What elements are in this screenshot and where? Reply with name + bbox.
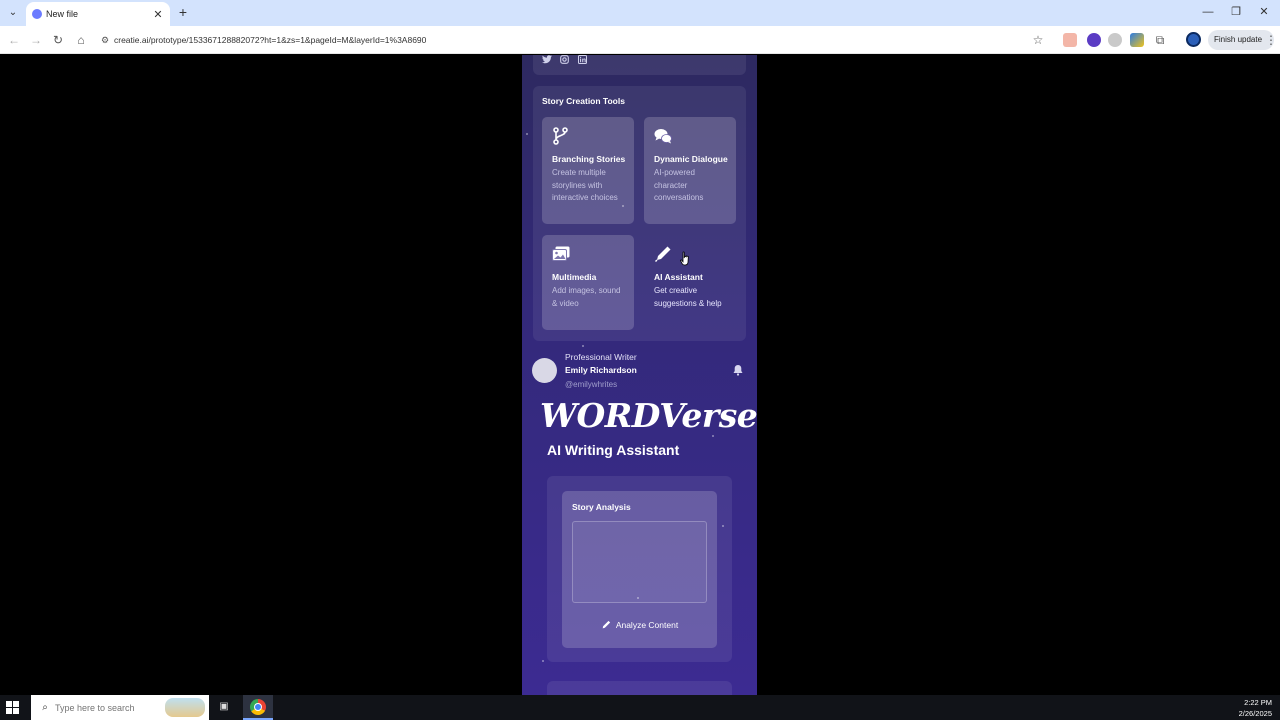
tool-ai-assistant[interactable]: AI Assistant Get creative suggestions & … <box>644 235 736 330</box>
tool-name: Multimedia <box>552 272 597 282</box>
profile-avatar[interactable] <box>1186 32 1201 47</box>
extension-2-icon[interactable] <box>1087 33 1101 47</box>
story-analysis-card: Story Analysis Analyze Content <box>562 491 717 648</box>
page-viewport: Story Creation Tools Branching Stories C… <box>0 55 1280 695</box>
bookmark-star-icon[interactable]: ☆ <box>1029 31 1047 49</box>
restore-icon[interactable]: ❐ <box>1226 4 1246 20</box>
avatar[interactable] <box>532 358 557 383</box>
pen-icon <box>602 620 610 629</box>
app-logo: WORDVerse <box>540 396 757 435</box>
tool-description: Get creative suggestions & help <box>654 286 722 308</box>
close-tab-icon[interactable]: ✕ <box>152 8 164 21</box>
address-bar[interactable]: ⚙ creatie.ai/prototype/153367128882072?h… <box>96 29 1060 51</box>
browser-toolbar: ← → ↻ ⌂ ⚙ creatie.ai/prototype/153367128… <box>0 26 1280 54</box>
minimize-icon[interactable]: — <box>1198 4 1218 20</box>
analyze-content-label: Analyze Content <box>615 620 679 630</box>
pen-icon <box>655 246 671 262</box>
tool-multimedia[interactable]: Multimedia Add images, sound & video <box>542 235 634 330</box>
tool-name: AI Assistant <box>654 272 703 282</box>
instagram-icon[interactable] <box>560 55 569 64</box>
analysis-title: Story Analysis <box>572 502 631 512</box>
tool-name: Branching Stories <box>552 154 626 164</box>
tool-branching-stories[interactable]: Branching Stories Create multiple storyl… <box>542 117 634 224</box>
search-highlight-image <box>165 698 205 717</box>
writer-handle: @emilywhrites <box>565 380 618 389</box>
new-tab-button[interactable]: + <box>176 4 190 20</box>
clock-date: 2/26/2025 <box>1238 709 1272 718</box>
extension-3-icon[interactable] <box>1108 33 1122 47</box>
branch-icon <box>553 127 568 145</box>
tool-description: AI-powered character conversations <box>654 168 704 202</box>
browser-tab[interactable]: New file ✕ <box>26 2 170 26</box>
close-window-icon[interactable]: ✕ <box>1254 4 1274 20</box>
extension-4-icon[interactable] <box>1130 33 1144 47</box>
next-section-card <box>547 681 732 695</box>
bell-icon[interactable] <box>732 364 744 376</box>
twitter-icon[interactable] <box>542 55 552 64</box>
tool-dynamic-dialogue[interactable]: Dynamic Dialogue AI-powered character co… <box>644 117 736 224</box>
taskbar: ⌕ ▣ 2:22 PM 2/26/2025 <box>0 695 1280 720</box>
extension-1-icon[interactable] <box>1063 33 1077 47</box>
tab-search-icon[interactable]: ⌄ <box>4 4 22 22</box>
tab-favicon-icon <box>32 9 42 19</box>
reload-icon[interactable]: ↻ <box>49 31 67 49</box>
hand-cursor-icon <box>680 251 689 266</box>
app-frame: Story Creation Tools Branching Stories C… <box>522 55 757 695</box>
clock-time: 2:22 PM <box>1244 698 1272 707</box>
social-links-card <box>533 55 746 75</box>
extensions-puzzle-icon[interactable]: ⧉ <box>1151 31 1169 49</box>
search-input[interactable] <box>55 702 155 713</box>
taskbar-search[interactable]: ⌕ <box>31 695 209 720</box>
back-icon[interactable]: ← <box>5 31 23 49</box>
linkedin-icon[interactable] <box>578 55 587 64</box>
tool-description: Add images, sound & video <box>552 286 621 308</box>
tab-title: New file <box>46 9 79 19</box>
chrome-taskbar-button[interactable] <box>243 695 273 720</box>
windows-start-icon[interactable] <box>6 701 19 714</box>
writer-name: Emily Richardson <box>565 365 637 375</box>
story-analysis-section: Story Analysis Analyze Content <box>547 476 732 662</box>
analyze-content-button[interactable]: Analyze Content <box>572 616 707 634</box>
images-icon <box>552 246 570 261</box>
chat-bubbles-icon <box>654 129 672 144</box>
url-text: creatie.ai/prototype/153367128882072?ht=… <box>114 35 427 45</box>
system-clock[interactable]: 2:22 PM 2/26/2025 <box>1239 697 1272 719</box>
page-title: AI Writing Assistant <box>547 442 680 458</box>
analysis-input[interactable] <box>572 521 707 603</box>
writer-role: Professional Writer <box>565 352 637 362</box>
task-view-icon[interactable]: ▣ <box>217 701 231 715</box>
tool-name: Dynamic Dialogue <box>654 154 728 164</box>
tools-title: Story Creation Tools <box>542 96 625 106</box>
browser-tabstrip: ⌄ New file ✕ + — ❐ ✕ <box>0 0 1280 26</box>
chrome-icon <box>250 699 266 715</box>
tool-description: Create multiple storylines with interact… <box>552 168 618 202</box>
home-icon[interactable]: ⌂ <box>72 31 90 49</box>
story-tools-card: Story Creation Tools Branching Stories C… <box>533 86 746 341</box>
browser-menu-icon[interactable]: ⋮ <box>1262 31 1280 49</box>
site-info-icon[interactable]: ⚙ <box>96 35 114 46</box>
forward-icon[interactable]: → <box>27 31 45 49</box>
search-icon: ⌕ <box>42 702 48 713</box>
